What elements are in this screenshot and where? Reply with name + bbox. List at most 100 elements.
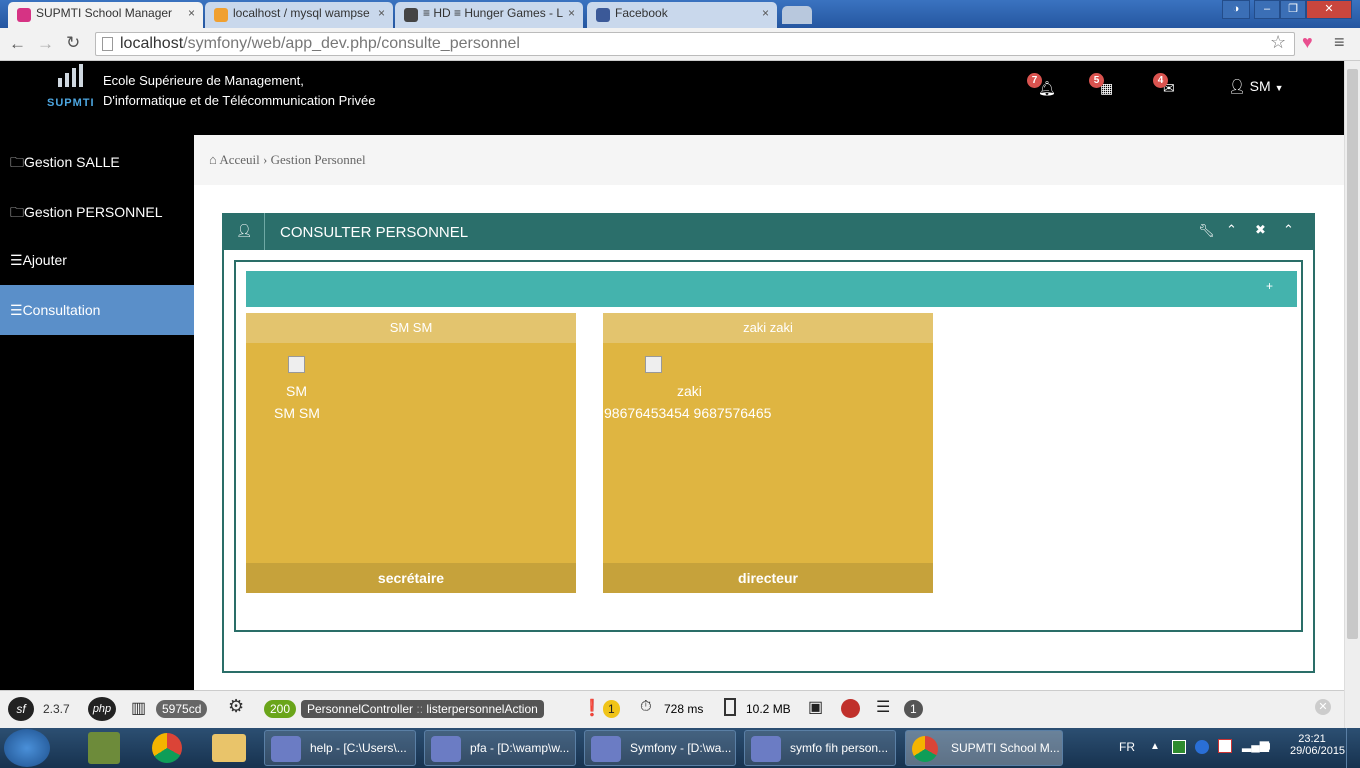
symfony-version: 2.3.7 bbox=[43, 702, 70, 716]
panel-title: CONSULTER PERSONNEL bbox=[280, 224, 469, 241]
home-icon: ⌂ bbox=[209, 152, 217, 167]
phpmyadmin-favicon-icon bbox=[214, 8, 228, 22]
close-toolbar-icon[interactable]: ✕ bbox=[1315, 699, 1331, 715]
tab-supmti[interactable]: SUPMTI School Manager × bbox=[8, 2, 203, 28]
action-center-icon[interactable] bbox=[1218, 739, 1232, 753]
start-button[interactable] bbox=[4, 729, 50, 767]
close-window-button[interactable]: ✕ bbox=[1306, 0, 1352, 19]
close-icon[interactable]: × bbox=[188, 6, 195, 20]
breadcrumb-home[interactable]: Acceuil bbox=[219, 152, 259, 167]
sidebar-item-ajouter[interactable]: ☰Ajouter bbox=[0, 235, 194, 285]
sidebar-item-gestion-salle[interactable]: 🗀︎Gestion SALLE bbox=[0, 135, 194, 185]
list-icon: ☰ bbox=[10, 252, 23, 268]
close-icon[interactable]: × bbox=[762, 6, 769, 20]
user-menu[interactable]: 👤︎ SM ▼ bbox=[1228, 78, 1283, 95]
wrench-icon[interactable]: 🔧︎ bbox=[1198, 223, 1215, 239]
show-hidden-icons[interactable]: ▲ bbox=[1150, 741, 1160, 752]
card-line2: SM SM bbox=[274, 405, 320, 421]
volume-icon[interactable]: 🔈︎ bbox=[1266, 738, 1274, 754]
database-icon: ☰ bbox=[876, 699, 891, 716]
symfony-logo-icon[interactable]: sf bbox=[8, 697, 34, 721]
caret-down-icon: ▼ bbox=[1274, 83, 1284, 93]
new-tab-button[interactable] bbox=[782, 6, 812, 24]
url-host: localhost bbox=[120, 35, 184, 52]
phpstorm-icon bbox=[751, 736, 781, 762]
info-icon[interactable] bbox=[1195, 740, 1209, 754]
personnel-card[interactable]: zaki zaki zaki 98676453454 9687576465 di… bbox=[603, 313, 933, 593]
reload-icon[interactable]: ↻ bbox=[66, 33, 80, 53]
php-icon[interactable]: php bbox=[88, 697, 116, 721]
taskbar-item[interactable]: Symfony - [D:\wa... bbox=[584, 730, 736, 766]
close-icon[interactable]: × bbox=[568, 6, 575, 20]
chrome-app-icon[interactable] bbox=[152, 733, 182, 763]
menu-icon[interactable]: ≡ bbox=[1334, 32, 1345, 53]
taskbar-item-label: symfo fih person... bbox=[790, 741, 889, 755]
taskbar-item-label: pfa - [D:\wamp\w... bbox=[470, 741, 570, 755]
bookmark-star-icon[interactable]: ☆ bbox=[1270, 32, 1286, 53]
tab-label: ≡ HD ≡ Hunger Games - L bbox=[423, 6, 564, 20]
card-line1: zaki bbox=[677, 383, 702, 399]
sidebar-item-label: Consultation bbox=[22, 302, 101, 318]
controller-name: PersonnelController bbox=[307, 702, 414, 716]
card-line2: 98676453454 9687576465 bbox=[604, 405, 772, 421]
back-icon[interactable]: ← bbox=[9, 34, 26, 54]
scrollbar-thumb[interactable] bbox=[1347, 69, 1358, 639]
folder-icon: 🗀︎ bbox=[10, 204, 24, 220]
url-input[interactable]: localhost/symfony/web/app_dev.php/consul… bbox=[95, 32, 1295, 56]
url-path: /symfony/web/app_dev.php/consulte_person… bbox=[183, 35, 520, 52]
add-button[interactable]: + bbox=[1266, 279, 1273, 293]
chevron-up-icon[interactable]: ⌃ bbox=[1226, 222, 1237, 238]
tab-phpmyadmin[interactable]: localhost / mysql wampse × bbox=[205, 2, 393, 28]
status-code-badge[interactable]: 200 bbox=[264, 700, 297, 718]
tray-app-icon[interactable] bbox=[1172, 740, 1186, 754]
clock-time: 23:21 bbox=[1298, 733, 1326, 745]
card-header: SM SM bbox=[246, 313, 576, 343]
scrollbar[interactable] bbox=[1344, 61, 1360, 728]
sidebar-item-consultation[interactable]: ☰Consultation bbox=[0, 285, 194, 335]
sidebar-item-gestion-personnel[interactable]: 🗀︎Gestion PERSONNEL bbox=[0, 185, 194, 235]
tab-facebook[interactable]: Facebook × bbox=[587, 2, 777, 28]
taskbar-item-active[interactable]: SUPMTI School M... bbox=[905, 730, 1063, 766]
heart-extension-icon[interactable]: ♥ bbox=[1302, 32, 1313, 53]
collapse-icon[interactable]: ⌃ bbox=[1283, 222, 1294, 238]
sidebar-item-label: Gestion SALLE bbox=[24, 154, 120, 170]
taskbar-item-label: Symfony - [D:\wa... bbox=[630, 741, 732, 755]
school-name: Ecole Supérieure de Management, D'inform… bbox=[103, 71, 376, 111]
taskbar-item[interactable]: help - [C:\Users\... bbox=[264, 730, 416, 766]
breadcrumb-separator: › bbox=[263, 152, 268, 167]
forward-icon[interactable]: → bbox=[37, 34, 54, 54]
broken-image-icon bbox=[288, 356, 305, 373]
list-icon: ☰ bbox=[10, 302, 23, 318]
breadcrumb: ⌂ Acceuil › Gestion Personnel bbox=[194, 135, 1344, 185]
language-indicator[interactable]: FR bbox=[1119, 740, 1135, 754]
close-icon[interactable]: ✖ bbox=[1255, 222, 1266, 238]
queries-badge[interactable]: 1 bbox=[904, 700, 923, 718]
network-icon[interactable]: ▂▄▆ bbox=[1242, 738, 1269, 752]
taskbar-item[interactable]: pfa - [D:\wamp\w... bbox=[424, 730, 576, 766]
camera-favicon-icon bbox=[404, 8, 418, 22]
tab-hunger-games[interactable]: ≡ HD ≡ Hunger Games - L × bbox=[395, 2, 583, 28]
request-time: 728 ms bbox=[664, 702, 704, 716]
messages-badge: 4 bbox=[1153, 73, 1168, 88]
minimize-button[interactable]: – bbox=[1254, 0, 1280, 19]
show-desktop-button[interactable] bbox=[1346, 728, 1360, 768]
broken-image-icon bbox=[645, 356, 662, 373]
memory-icon bbox=[724, 698, 736, 716]
notepad-app-icon[interactable] bbox=[88, 732, 120, 764]
maximize-button[interactable]: ❐ bbox=[1280, 0, 1306, 19]
sidebar-item-label: Ajouter bbox=[22, 252, 67, 268]
debug-token[interactable]: 5975cd bbox=[156, 700, 208, 718]
explorer-app-icon[interactable] bbox=[212, 734, 246, 762]
school-line1: Ecole Supérieure de Management, bbox=[103, 73, 304, 88]
close-icon[interactable]: × bbox=[378, 6, 385, 20]
taskbar-item-label: SUPMTI School M... bbox=[951, 741, 1060, 755]
clock[interactable]: 23:21 29/06/2015 bbox=[1290, 733, 1345, 757]
taskbar-item[interactable]: symfo fih person... bbox=[744, 730, 896, 766]
card-role: directeur bbox=[603, 563, 933, 593]
user-profile-icon[interactable]: ◑ bbox=[1222, 0, 1250, 19]
config-icon: ▥ bbox=[131, 700, 147, 717]
security-icon[interactable] bbox=[841, 699, 860, 718]
controller-pill[interactable]: PersonnelController :: listerpersonnelAc… bbox=[301, 700, 544, 718]
errors-badge[interactable]: 1 bbox=[603, 700, 620, 718]
personnel-card[interactable]: SM SM SM SM SM secrétaire bbox=[246, 313, 576, 593]
